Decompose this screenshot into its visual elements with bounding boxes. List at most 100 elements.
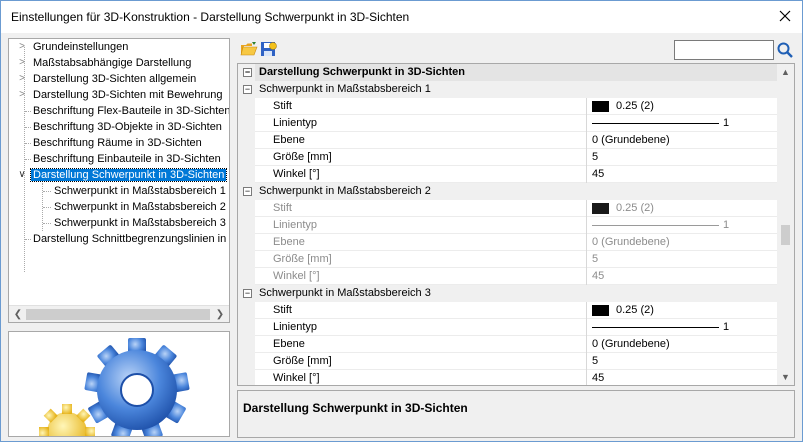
property-row-ebene[interactable]: Ebene 0 (Grundebene) bbox=[238, 132, 779, 149]
scroll-down-icon[interactable]: ▼ bbox=[779, 370, 792, 384]
property-name: Winkel [°] bbox=[273, 270, 320, 282]
pen-text: 0.25 (2) bbox=[616, 304, 654, 316]
chevron-right-icon[interactable]: > bbox=[17, 71, 27, 87]
linetype-number: 1 bbox=[723, 219, 730, 231]
linetype-value: 1 bbox=[586, 217, 779, 234]
tree-item-3d-bewehrung[interactable]: > Darstellung 3D-Sichten mit Bewehrung bbox=[17, 87, 225, 103]
tree-item-label: Beschriftung Räume in 3D-Sichten bbox=[33, 137, 202, 149]
tree-item-flex-bauteile[interactable]: Beschriftung Flex-Bauteile in 3D-Sichten bbox=[31, 103, 230, 119]
angle-value[interactable]: 45 bbox=[586, 370, 779, 385]
grid-gutter bbox=[238, 319, 255, 336]
grid-gutter bbox=[238, 200, 255, 217]
tree-item-massstabsbereich-3[interactable]: Schwerpunkt in Maßstabsbereich 3 bbox=[52, 215, 228, 231]
grid-group-row[interactable]: − Schwerpunkt in Maßstabsbereich 2 bbox=[238, 183, 779, 200]
tree-item-massstabsbereich-1[interactable]: Schwerpunkt in Maßstabsbereich 1 bbox=[52, 183, 228, 199]
scroll-up-icon[interactable]: ▲ bbox=[779, 65, 792, 79]
scroll-left-icon[interactable]: ❮ bbox=[11, 308, 25, 321]
property-row-groesse: Größe [mm] 5 bbox=[238, 251, 779, 268]
pen-value: 0.25 (2) bbox=[586, 200, 779, 217]
gear-icon bbox=[39, 338, 190, 436]
scrollbar-thumb[interactable] bbox=[781, 225, 790, 245]
grid-group-row[interactable]: − Schwerpunkt in Maßstabsbereich 3 bbox=[238, 285, 779, 302]
angle-text: 45 bbox=[592, 372, 605, 384]
preview-panel bbox=[8, 331, 230, 437]
size-value[interactable]: 5 bbox=[586, 149, 779, 166]
description-title: Darstellung Schwerpunkt in 3D-Sichten bbox=[243, 401, 468, 415]
collapse-icon[interactable]: − bbox=[243, 85, 252, 94]
property-row-winkel[interactable]: Winkel [°] 45 bbox=[238, 370, 779, 385]
tree-item-3d-allgemein[interactable]: > Darstellung 3D-Sichten allgemein bbox=[17, 71, 198, 87]
save-icon[interactable] bbox=[260, 41, 278, 57]
property-row-stift[interactable]: Stift 0.25 (2) bbox=[238, 302, 779, 319]
property-row-groesse[interactable]: Größe [mm] 5 bbox=[238, 353, 779, 370]
search-icon[interactable] bbox=[776, 41, 794, 59]
tree-item-3d-objekte[interactable]: Beschriftung 3D-Objekte in 3D-Sichten bbox=[31, 119, 224, 135]
property-row-stift[interactable]: Stift 0.25 (2) bbox=[238, 98, 779, 115]
chevron-down-icon[interactable]: ∨ bbox=[17, 167, 27, 183]
chevron-right-icon[interactable]: > bbox=[17, 87, 27, 103]
group-label: Schwerpunkt in Maßstabsbereich 3 bbox=[259, 287, 431, 299]
property-row-winkel[interactable]: Winkel [°] 45 bbox=[238, 166, 779, 183]
scroll-right-icon[interactable]: ❯ bbox=[213, 308, 227, 321]
grid-gutter bbox=[238, 268, 255, 285]
category-label: Darstellung Schwerpunkt in 3D-Sichten bbox=[259, 66, 465, 78]
grid-group-row[interactable]: − Schwerpunkt in Maßstabsbereich 1 bbox=[238, 81, 779, 98]
collapse-icon[interactable]: − bbox=[243, 289, 252, 298]
layer-value[interactable]: 0 (Grundebene) bbox=[586, 132, 779, 149]
linetype-value[interactable]: 1 bbox=[586, 319, 779, 336]
grid-category-row[interactable]: − Darstellung Schwerpunkt in 3D-Sichten bbox=[238, 64, 779, 81]
angle-value[interactable]: 45 bbox=[586, 166, 779, 183]
property-name: Stift bbox=[273, 304, 292, 316]
layer-value[interactable]: 0 (Grundebene) bbox=[586, 336, 779, 353]
layer-text: 0 (Grundebene) bbox=[592, 338, 670, 350]
property-name: Ebene bbox=[273, 338, 305, 350]
close-icon[interactable] bbox=[776, 7, 794, 25]
tree-item-schwerpunkt[interactable]: ∨ Darstellung Schwerpunkt in 3D-Sichten bbox=[17, 167, 228, 183]
group-label: Schwerpunkt in Maßstabsbereich 1 bbox=[259, 83, 431, 95]
property-row-linientyp[interactable]: Linientyp 1 bbox=[238, 115, 779, 132]
chevron-right-icon[interactable]: > bbox=[17, 55, 27, 71]
tree-item-massstabsbereich-2[interactable]: Schwerpunkt in Maßstabsbereich 2 bbox=[52, 199, 228, 215]
search-input[interactable] bbox=[674, 40, 774, 60]
pen-swatch bbox=[592, 305, 609, 316]
grid-gutter bbox=[238, 251, 255, 268]
tree-item-grundeinstellungen[interactable]: > Grundeinstellungen bbox=[17, 39, 130, 55]
line-sample bbox=[592, 123, 719, 124]
tree-item-schnittbegrenzung[interactable]: Darstellung Schnittbegrenzungslinien in … bbox=[31, 231, 229, 247]
grid-gutter bbox=[238, 217, 255, 234]
linetype-value[interactable]: 1 bbox=[586, 115, 779, 132]
size-text: 5 bbox=[592, 355, 599, 367]
tree-item-label: Darstellung 3D-Sichten allgemein bbox=[33, 73, 197, 85]
tree-item-label: Beschriftung Flex-Bauteile in 3D-Sichten bbox=[33, 105, 230, 117]
grid-gutter bbox=[238, 234, 255, 251]
scrollbar-thumb[interactable] bbox=[26, 309, 210, 320]
tree-item-label: Beschriftung Einbauteile in 3D-Sichten bbox=[33, 153, 221, 165]
property-row-groesse[interactable]: Größe [mm] 5 bbox=[238, 149, 779, 166]
property-name: Linientyp bbox=[273, 219, 318, 231]
grid-gutter bbox=[238, 353, 255, 370]
window-title: Einstellungen für 3D-Konstruktion - Dars… bbox=[11, 10, 410, 24]
tree-item-raeume[interactable]: Beschriftung Räume in 3D-Sichten bbox=[31, 135, 204, 151]
pen-value[interactable]: 0.25 (2) bbox=[586, 98, 779, 115]
pen-swatch bbox=[592, 101, 609, 112]
grid-vertical-scrollbar[interactable]: ▲ ▼ bbox=[777, 64, 794, 385]
collapse-icon[interactable]: − bbox=[243, 68, 252, 77]
tree-horizontal-scrollbar[interactable]: ❮ ❯ bbox=[9, 305, 229, 322]
collapse-icon[interactable]: − bbox=[243, 187, 252, 196]
property-name: Größe [mm] bbox=[273, 355, 332, 367]
layer-value: 0 (Grundebene) bbox=[586, 234, 779, 251]
angle-value: 45 bbox=[586, 268, 779, 285]
open-folder-icon[interactable] bbox=[240, 41, 258, 57]
property-row-ebene[interactable]: Ebene 0 (Grundebene) bbox=[238, 336, 779, 353]
chevron-right-icon[interactable]: > bbox=[17, 39, 27, 55]
tree-item-einbauteile[interactable]: Beschriftung Einbauteile in 3D-Sichten bbox=[31, 151, 223, 167]
tree-item-label: Schwerpunkt in Maßstabsbereich 1 bbox=[54, 185, 226, 197]
property-name: Ebene bbox=[273, 134, 305, 146]
size-value[interactable]: 5 bbox=[586, 353, 779, 370]
tree-connector bbox=[43, 207, 51, 208]
pen-value[interactable]: 0.25 (2) bbox=[586, 302, 779, 319]
tree-connector bbox=[43, 191, 51, 192]
property-row-linientyp[interactable]: Linientyp 1 bbox=[238, 319, 779, 336]
grid-gutter bbox=[238, 336, 255, 353]
tree-item-massstab[interactable]: > Maßstabsabhängige Darstellung bbox=[17, 55, 193, 71]
